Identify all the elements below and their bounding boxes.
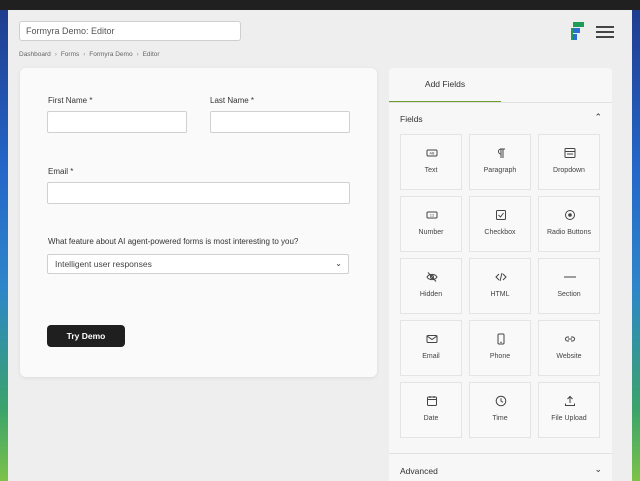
dropdown-icon (564, 148, 576, 158)
email-field[interactable] (47, 182, 350, 204)
chevron-right-icon: › (54, 51, 57, 58)
field-tile-label: Time (492, 415, 508, 422)
advanced-section-title: Advanced (400, 466, 438, 476)
breadcrumb-editor: Editor (142, 51, 160, 58)
menu-icon[interactable] (596, 26, 614, 38)
field-tile-section[interactable]: Section (538, 258, 600, 314)
first-name-label: First Name * (48, 96, 93, 105)
feature-select-value: Intelligent user responses (55, 259, 152, 269)
tab-divider (389, 102, 612, 103)
field-tile-radio-buttons[interactable]: Radio Buttons (538, 196, 600, 252)
field-tile-text[interactable]: AB Text (400, 134, 462, 190)
advanced-section-header[interactable]: Advanced ⌄ (389, 456, 612, 481)
field-tile-phone[interactable]: Phone (469, 320, 531, 376)
field-tile-label: Email (422, 353, 440, 360)
editor-app: Formyra Demo: Editor Dashboard › Forms ›… (8, 10, 632, 481)
clock-icon (495, 395, 507, 407)
field-tile-label: Dropdown (553, 167, 585, 174)
field-tile-label: Section (557, 291, 581, 298)
chevron-down-icon: ⌄ (594, 464, 602, 474)
add-fields-panel: Add Fields Fields ⌃ AB Text Paragraph Dropd… (389, 68, 612, 481)
radio-icon (565, 210, 575, 220)
email-icon (426, 335, 438, 343)
question-label: What feature about AI agent-powered form… (48, 237, 299, 246)
field-tile-number[interactable]: 12 Number (400, 196, 462, 252)
paragraph-icon (498, 148, 505, 158)
field-tile-label: File Upload (551, 415, 587, 422)
try-demo-button[interactable]: Try Demo (47, 325, 125, 347)
field-tile-html[interactable]: HTML (469, 258, 531, 314)
field-tile-label: Hidden (419, 291, 443, 298)
calendar-icon (427, 396, 437, 406)
breadcrumb: Dashboard › Forms › Formyra Demo › Edito… (19, 51, 160, 58)
last-name-field[interactable] (210, 111, 350, 133)
section-divider-icon (564, 276, 576, 278)
field-tile-label: Phone (489, 353, 511, 360)
chevron-right-icon: › (83, 51, 86, 58)
form-preview-card: First Name * Last Name * Email * What fe… (20, 68, 377, 377)
email-label: Email * (48, 167, 74, 176)
field-tile-label: Paragraph (483, 167, 517, 174)
field-tile-label: Checkbox (484, 229, 516, 236)
chevron-right-icon: › (136, 51, 139, 58)
chevron-up-icon: ⌃ (594, 112, 602, 122)
svg-text:AB: AB (430, 152, 435, 156)
field-tile-hidden[interactable]: Hidden (400, 258, 462, 314)
field-tile-time[interactable]: Time (469, 382, 531, 438)
window-topbar (0, 0, 640, 10)
breadcrumb-dashboard[interactable]: Dashboard (19, 51, 51, 58)
upload-icon (565, 395, 575, 406)
field-tile-label: Number (418, 229, 444, 236)
svg-text:12: 12 (430, 214, 435, 218)
first-name-field[interactable] (47, 111, 187, 133)
chevron-down-icon: ⌄ (335, 259, 342, 268)
app-logo (571, 22, 585, 42)
last-name-label: Last Name * (210, 96, 255, 105)
phone-icon (497, 333, 505, 345)
text-field-icon: AB (426, 149, 438, 157)
field-tile-paragraph[interactable]: Paragraph (469, 134, 531, 190)
link-icon (565, 336, 575, 342)
form-title-input[interactable]: Formyra Demo: Editor (19, 21, 241, 41)
field-tile-file-upload[interactable]: File Upload (538, 382, 600, 438)
field-tile-date[interactable]: Date (400, 382, 462, 438)
fields-section-title: Fields (400, 114, 423, 124)
fields-section-header[interactable]: Fields ⌃ (389, 104, 612, 134)
field-tile-email[interactable]: Email (400, 320, 462, 376)
breadcrumb-form[interactable]: Formyra Demo (89, 51, 132, 58)
feature-select[interactable]: Intelligent user responses ⌄ (47, 254, 349, 274)
hidden-eye-icon (426, 272, 438, 282)
breadcrumb-forms[interactable]: Forms (61, 51, 79, 58)
field-tile-label: HTML (490, 291, 510, 298)
field-tile-checkbox[interactable]: Checkbox (469, 196, 531, 252)
field-tile-website[interactable]: Website (538, 320, 600, 376)
field-tile-label: Radio Buttons (547, 229, 591, 236)
field-tile-label: Website (556, 353, 582, 360)
advanced-divider (389, 453, 612, 454)
code-icon (495, 272, 507, 282)
checkbox-icon (496, 210, 506, 220)
number-icon: 12 (426, 211, 438, 219)
field-tile-label: Date (423, 415, 439, 422)
field-tile-label: Text (424, 167, 438, 174)
tab-add-fields[interactable]: Add Fields (389, 68, 501, 103)
field-tile-dropdown[interactable]: Dropdown (538, 134, 600, 190)
